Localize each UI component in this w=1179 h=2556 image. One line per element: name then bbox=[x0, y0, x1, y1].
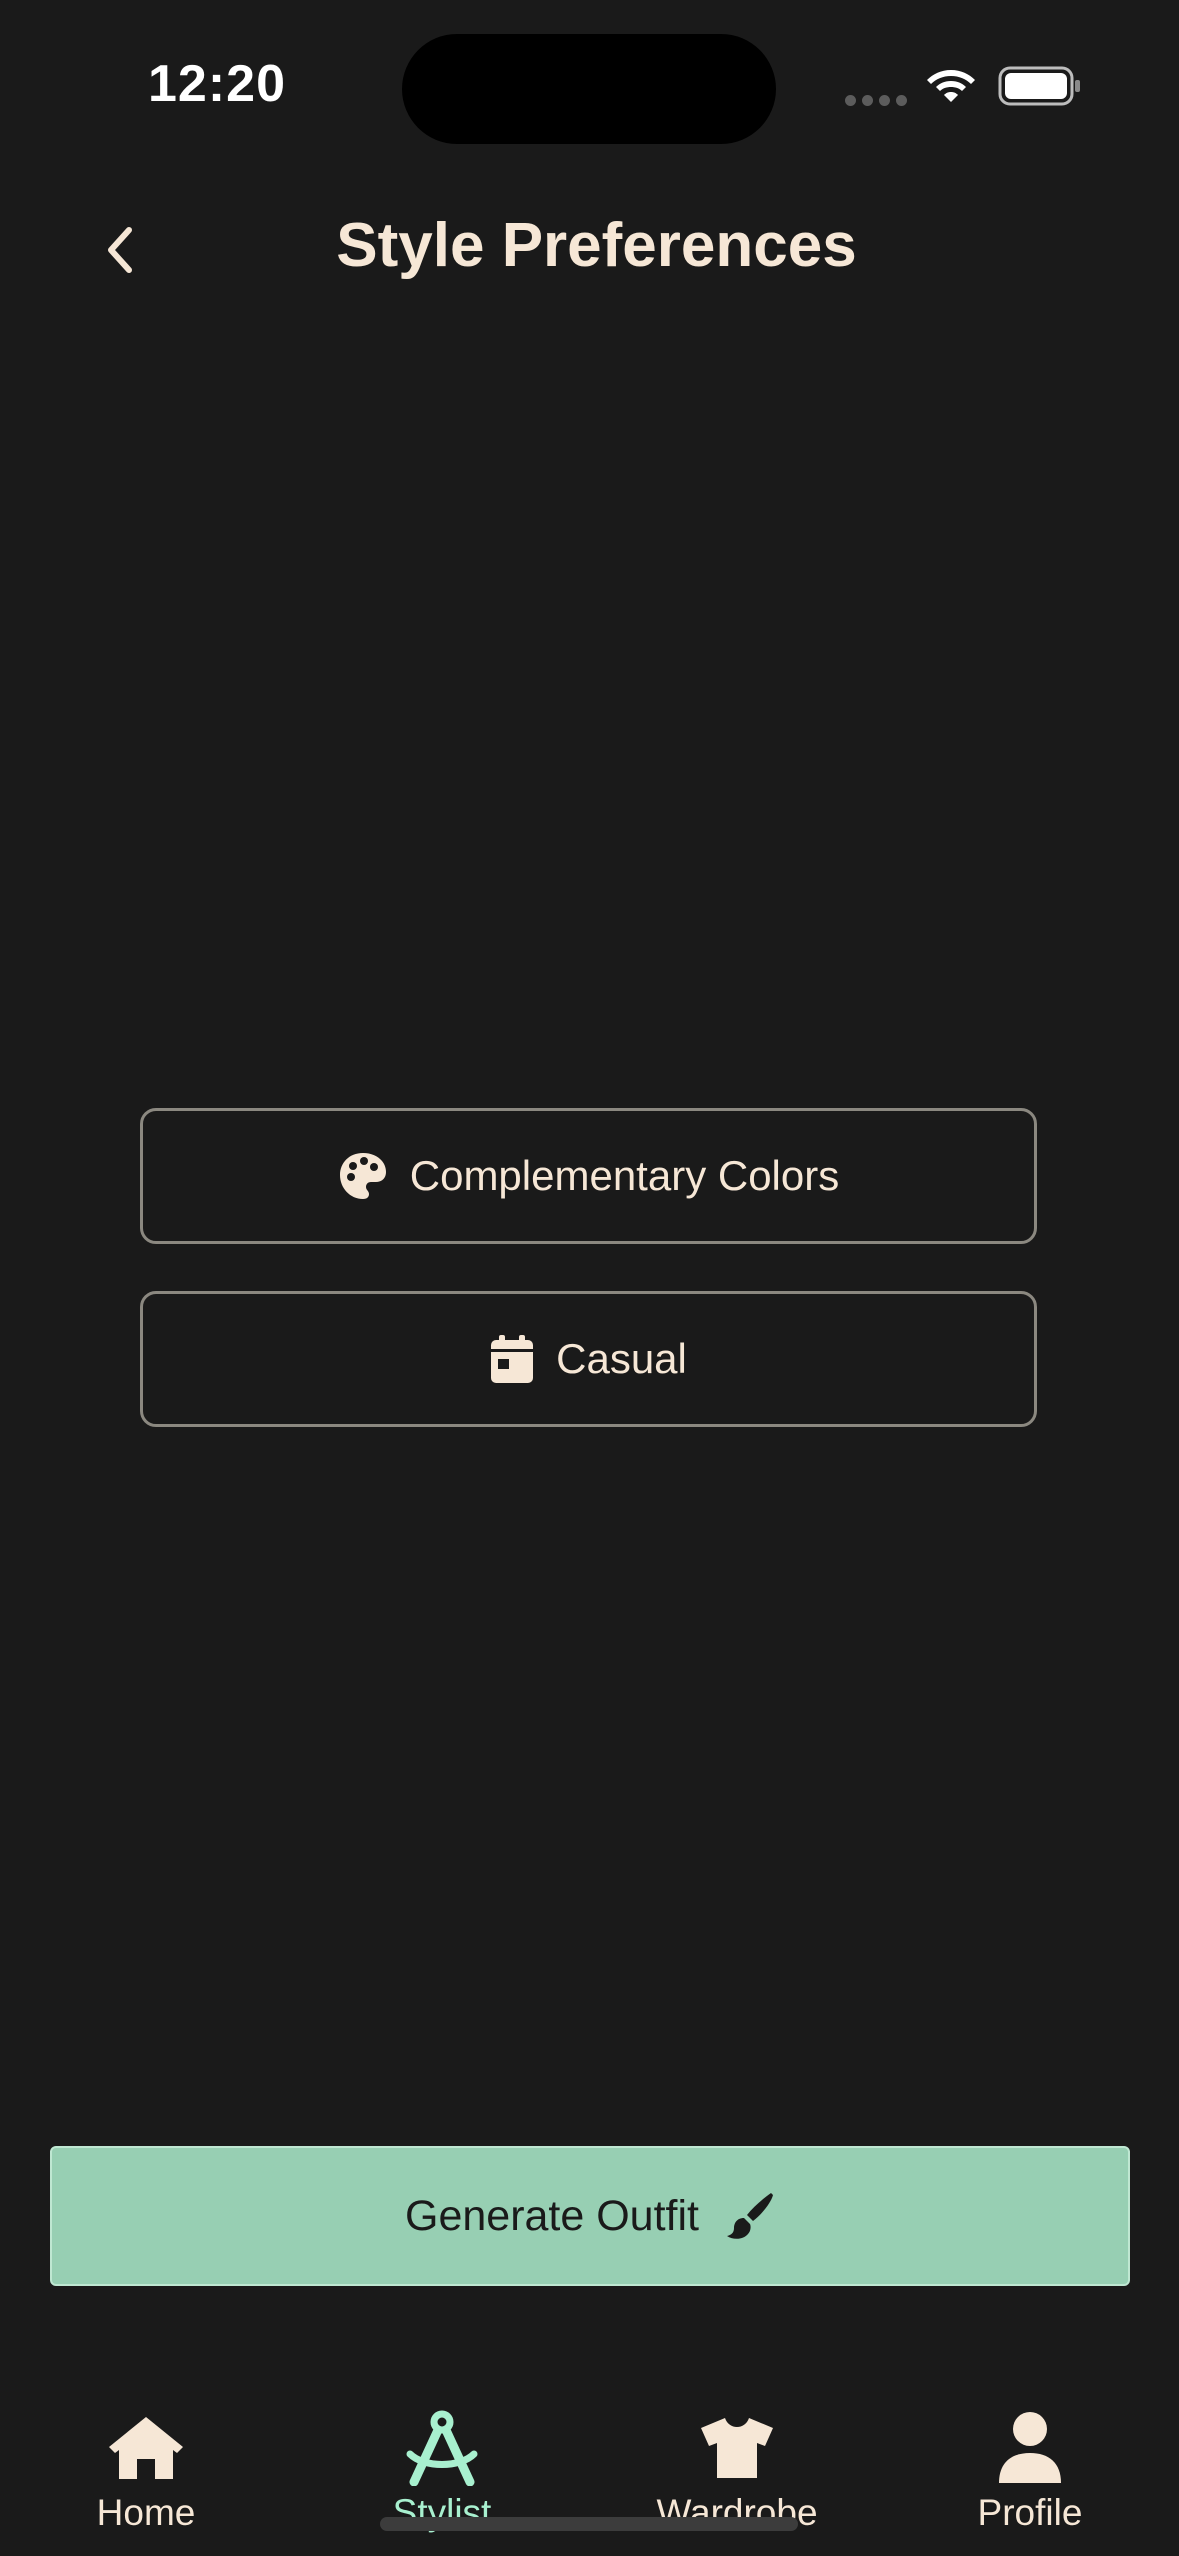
complementary-colors-label: Complementary Colors bbox=[409, 1152, 840, 1199]
dynamic-island bbox=[402, 34, 776, 144]
style-preferences-screen: 12:20 Style Preferences Complementary Co… bbox=[0, 0, 1179, 2556]
page-title: Style Preferences bbox=[336, 211, 857, 280]
tab-wardrobe[interactable]: Wardrobe bbox=[627, 2408, 847, 2556]
tab-stylist[interactable]: Stylist bbox=[332, 2408, 552, 2556]
compass-drafting-icon bbox=[406, 2410, 478, 2486]
battery-icon bbox=[998, 66, 1080, 106]
shirt-icon bbox=[701, 2418, 773, 2478]
user-icon bbox=[999, 2412, 1061, 2483]
casual-label: Casual bbox=[556, 1335, 687, 1382]
complementary-colors-button[interactable]: Complementary Colors bbox=[140, 1108, 1037, 1244]
generate-outfit-label: Generate Outfit bbox=[405, 2191, 699, 2240]
cellular-signal-icon bbox=[845, 95, 907, 106]
status-time: 12:20 bbox=[148, 55, 286, 113]
tab-profile[interactable]: Profile bbox=[920, 2408, 1140, 2556]
casual-button[interactable]: Casual bbox=[140, 1291, 1037, 1427]
palette-icon bbox=[339, 1153, 386, 1199]
home-icon bbox=[109, 2417, 183, 2479]
tab-home[interactable]: Home bbox=[36, 2408, 256, 2556]
calendar-icon bbox=[491, 1335, 534, 1383]
paintbrush-icon bbox=[727, 2193, 773, 2239]
generate-outfit-button[interactable]: Generate Outfit bbox=[50, 2146, 1130, 2286]
tab-profile-label: Profile bbox=[977, 2492, 1083, 2533]
home-indicator bbox=[380, 2517, 798, 2531]
tab-home-label: Home bbox=[96, 2492, 196, 2533]
wifi-icon bbox=[927, 70, 975, 102]
